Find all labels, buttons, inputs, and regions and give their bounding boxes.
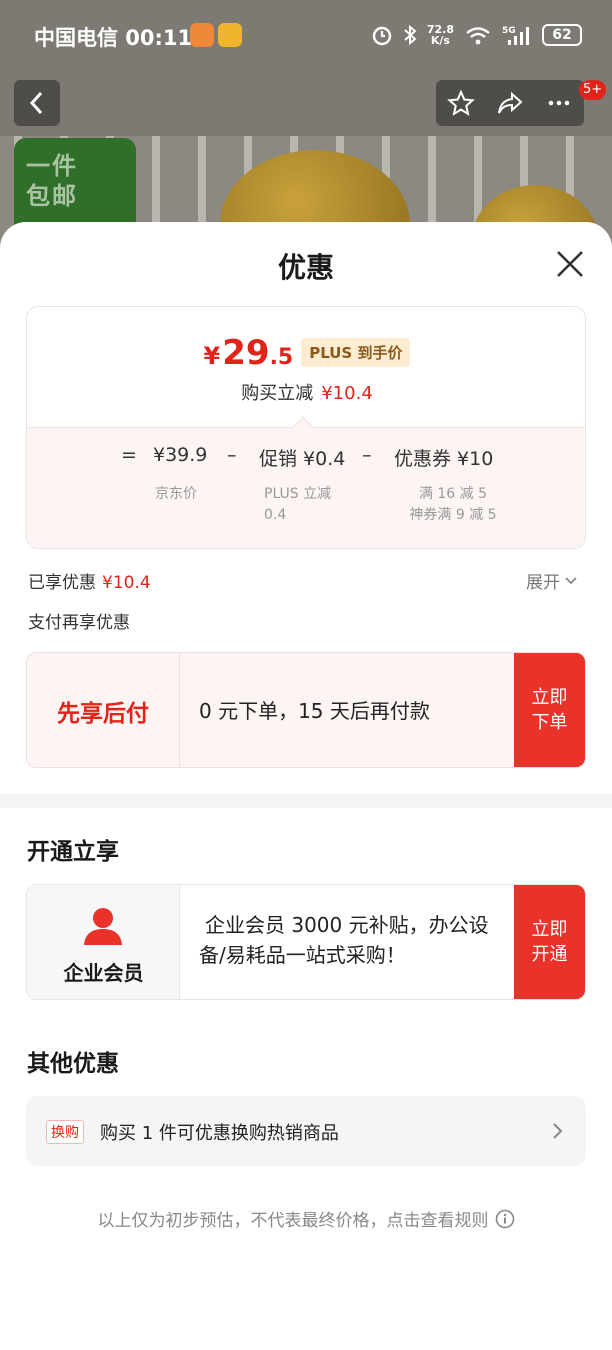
save-label: 购买立减	[241, 383, 314, 404]
battery-indicator: 62	[542, 24, 582, 46]
pay-more-label: 支付再享优惠	[28, 613, 130, 633]
coupon-caption-line2: 神券满 9 减 5	[409, 507, 497, 523]
net-speed-unit: K/s	[430, 34, 450, 47]
nav-actions	[436, 80, 584, 126]
alarm-icon	[372, 26, 392, 46]
back-icon	[29, 91, 43, 115]
chevron-right-icon	[553, 1123, 563, 1139]
bnpl-card: 先享后付 0 元下单，15 天后再付款 立即 下单	[26, 652, 586, 768]
message-badge: 5+	[579, 80, 607, 100]
save-amount: ¥10.4	[321, 383, 373, 404]
star-icon[interactable]	[446, 89, 475, 117]
promo-tag-line2: 包邮	[26, 182, 78, 210]
expand-label: 展开	[526, 573, 560, 593]
promo-caption: PLUS 立减 0.4	[264, 484, 331, 526]
bnpl-title: 先享后付	[27, 653, 180, 767]
section-divider	[0, 794, 612, 808]
minus-sign: –	[362, 444, 372, 466]
enterprise-member-card: 企业会员 企业会员 3000 元补贴，办公设备/易耗品一站式采购！ 立即 开通	[26, 884, 586, 1000]
net-speed: 72.8 K/s	[427, 24, 454, 46]
promo-discount: 促销 ¥0.4	[259, 448, 346, 470]
wifi-icon	[466, 27, 490, 45]
promo-caption-line1: PLUS 立减	[264, 486, 332, 502]
bnpl-text: 0 元下单，15 天后再付款	[199, 699, 430, 723]
enjoyed-amount: ¥10.4	[102, 573, 151, 593]
activate-now-line2: 开通	[531, 944, 568, 965]
price-decimal: .5	[269, 345, 294, 370]
enjoyed-discount: 已享优惠 ¥10.4	[28, 568, 151, 593]
bluetooth-icon	[404, 24, 417, 46]
info-icon	[495, 1209, 514, 1228]
activate-section-title: 开通立享	[27, 839, 119, 865]
breakdown-pointer	[291, 416, 315, 440]
minus-sign: –	[227, 444, 237, 466]
order-now-button[interactable]: 立即 下单	[514, 653, 585, 767]
sheet-title: 优惠	[277, 251, 334, 284]
price-breakdown: = ¥39.9 – 促销 ¥0.4 – 优惠券 ¥10 京东价 PLUS 立减 …	[27, 416, 585, 548]
expand-toggle[interactable]: 展开	[526, 568, 578, 593]
member-text: 企业会员 3000 元补贴，办公设备/易耗品一站式采购！	[199, 913, 489, 967]
price-integer: 29	[222, 333, 270, 373]
trade-in-text: 购买 1 件可优惠换购热销商品	[100, 1123, 339, 1144]
activate-now-button[interactable]: 立即 开通	[514, 885, 585, 999]
app-notification-icon	[190, 23, 214, 47]
plus-price-tag: PLUS 到手价	[301, 338, 411, 367]
price-card: ¥29.5 PLUS 到手价 购买立减 ¥10.4 = ¥39.9 – 促销 ¥0…	[26, 306, 586, 549]
jd-price: ¥39.9	[153, 444, 208, 466]
other-offers-title: 其他优惠	[27, 1051, 119, 1077]
coupon-caption: 满 16 减 5 神券满 9 减 5	[395, 484, 511, 526]
coupon-discount: 优惠券 ¥10	[394, 448, 494, 470]
final-price-row: ¥29.5 PLUS 到手价	[27, 333, 585, 373]
jd-price-caption: 京东价	[155, 486, 197, 502]
more-icon[interactable]	[545, 89, 573, 117]
member-label: 企业会员	[63, 961, 144, 985]
discount-sheet: 优惠 ¥29.5 PLUS 到手价 购买立减 ¥10.4 = ¥39.9 – 促销…	[0, 222, 612, 1350]
save-row: 购买立减 ¥10.4	[27, 379, 585, 405]
back-button[interactable]	[14, 80, 60, 126]
user-icon	[84, 908, 122, 945]
svg-text:5G: 5G	[502, 26, 516, 36]
promo-caption-line2: 0.4	[264, 507, 287, 523]
close-icon[interactable]	[552, 246, 588, 282]
breakdown-row: = ¥39.9 – 促销 ¥0.4 – 优惠券 ¥10	[27, 444, 585, 472]
final-price: ¥29.5	[204, 333, 294, 373]
status-bar: 中国电信 00:11 72.8 K/s 5G 62	[0, 0, 612, 72]
trade-in-offer-row[interactable]: 换购 购买 1 件可优惠换购热销商品	[26, 1096, 586, 1166]
signal-icon: 5G	[502, 26, 529, 45]
weibo-notification-icon	[218, 23, 242, 47]
carrier-time: 中国电信 00:11	[34, 26, 193, 50]
chevron-down-icon	[565, 576, 577, 584]
coupon-caption-line1: 满 16 减 5	[418, 486, 488, 502]
enjoyed-label: 已享优惠	[28, 573, 96, 593]
currency-symbol: ¥	[203, 342, 221, 370]
equals-sign: =	[121, 444, 137, 466]
trade-in-tag: 换购	[46, 1120, 84, 1144]
share-icon[interactable]	[496, 89, 524, 117]
disclaimer[interactable]: 以上仅为初步预估，不代表最终价格，点击查看规则	[0, 1206, 612, 1231]
order-now-line1: 立即	[531, 687, 568, 708]
activate-now-line1: 立即	[531, 919, 568, 940]
order-now-line2: 下单	[531, 712, 568, 733]
disclaimer-text: 以上仅为初步预估，不代表最终价格，点击查看规则	[97, 1211, 489, 1231]
member-badge: 企业会员	[27, 885, 180, 999]
free-shipping-tag: 一件 包邮	[14, 138, 136, 228]
